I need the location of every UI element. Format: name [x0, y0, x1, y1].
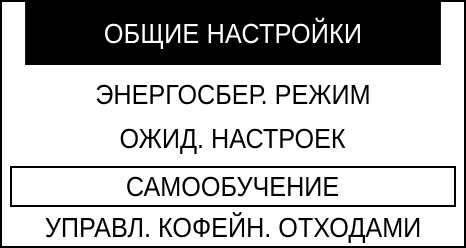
menu-item-settings-standby[interactable]: ОЖИД. НАСТРОЕК: [2, 119, 464, 159]
menu-item-label: САМООБУЧЕНИЕ: [126, 170, 340, 202]
menu-item-coffee-grounds-management[interactable]: УПРАВЛ. КОФЕЙН. ОТХОДАМИ: [2, 208, 464, 246]
menu-item-energy-saving-mode[interactable]: ЭНЕРГОСБЕР. РЕЖИМ: [2, 75, 464, 115]
menu-item-label: ЭНЕРГОСБЕР. РЕЖИМ: [95, 79, 371, 110]
menu-item-label: ОЖИД. НАСТРОЕК: [119, 123, 347, 154]
menu-item-label: УПРАВЛ. КОФЕЙН. ОТХОДАМИ: [44, 212, 422, 243]
display-screen: ОБЩИЕ НАСТРОЙКИ ЭНЕРГОСБЕР. РЕЖИМ ОЖИД. …: [0, 0, 466, 248]
menu-title: ОБЩИЕ НАСТРОЙКИ: [25, 2, 441, 65]
menu-item-self-learning[interactable]: САМООБУЧЕНИЕ: [10, 166, 456, 207]
